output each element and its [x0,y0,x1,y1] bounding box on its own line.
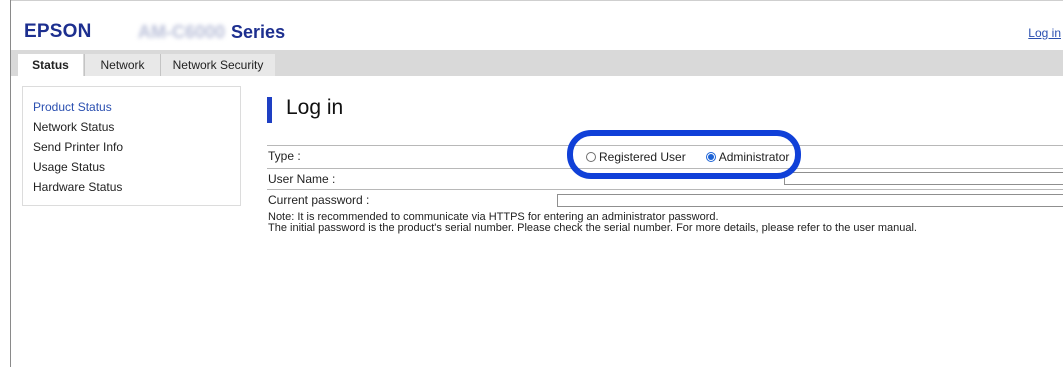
title-accent-bar [267,97,272,123]
username-input[interactable] [784,172,1063,185]
login-note: Note: It is recommended to communicate v… [268,212,917,234]
model-series: Series [231,22,286,42]
tab-network[interactable]: Network [84,54,160,76]
radio-administrator-label[interactable]: Administrator [719,150,790,164]
tab-status[interactable]: Status [18,54,83,76]
model-name-blurred: AM-C6000 [138,22,226,42]
note-line-password: The initial password is the product's se… [268,222,917,234]
radio-registered-user[interactable] [586,152,596,162]
password-row: Current password : [267,189,1063,210]
sidebar-item-product-status[interactable]: Product Status [33,97,240,117]
password-input[interactable] [557,194,1063,207]
sidebar-item-usage-status[interactable]: Usage Status [33,157,240,177]
username-label: User Name : [268,172,336,186]
sidebar: Product Status Network Status Send Print… [22,86,241,206]
type-radio-group: Registered User Administrator [586,148,809,166]
header: EPSON AM-C6000 Series Log in [11,1,1063,47]
type-label: Type : [268,149,301,163]
login-link[interactable]: Log in [1028,26,1061,40]
tab-network-security[interactable]: Network Security [160,54,275,76]
username-row: User Name : [267,168,1063,189]
brand-logo: EPSON [24,21,92,42]
sidebar-item-network-status[interactable]: Network Status [33,117,240,137]
password-label: Current password : [268,193,370,207]
sidebar-item-hardware-status[interactable]: Hardware Status [33,177,240,197]
model-name: AM-C6000 Series [138,22,285,43]
tab-bar: Status Network Network Security [11,50,1063,76]
radio-registered-user-label[interactable]: Registered User [599,150,686,164]
page-title: Log in [286,96,344,119]
radio-administrator[interactable] [705,152,716,162]
sidebar-item-send-printer-info[interactable]: Send Printer Info [33,137,240,157]
